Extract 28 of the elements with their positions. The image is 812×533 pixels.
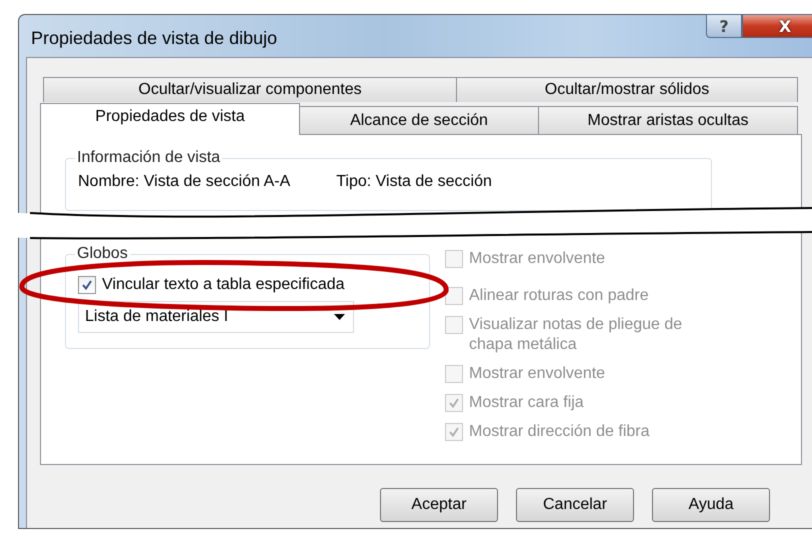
dialog-button[interactable]: Cancelar: [516, 488, 634, 522]
checkbox-label: Alinear roturas con padre: [469, 286, 649, 306]
check-icon: [448, 426, 460, 438]
tab[interactable]: Mostrar aristas ocultas: [538, 106, 798, 134]
view-name: Nombre: Vista de sección A-A: [78, 173, 290, 191]
group-title: Información de vista: [76, 149, 222, 167]
window-title: Propiedades de vista de dibujo: [31, 28, 278, 48]
dialog-button[interactable]: Ayuda: [652, 488, 770, 522]
checkbox-label: Mostrar cara fija: [469, 393, 584, 413]
checkbox[interactable]: [78, 276, 96, 294]
checkbox-label: Mostrar envolvente: [469, 364, 606, 384]
table-dropdown[interactable]: Lista de materiales I: [78, 301, 354, 333]
tab[interactable]: Ocultar/mostrar sólidos: [456, 77, 798, 102]
checkbox-label: Mostrar envolvente: [469, 249, 606, 269]
checkbox-label: Vincular texto a tabla especificada: [102, 275, 345, 295]
tab[interactable]: Ocultar/visualizar componentes: [43, 77, 457, 102]
caret-icon: [334, 314, 345, 320]
view-type: Tipo: Vista de sección: [336, 173, 492, 191]
tab[interactable]: Alcance de sección: [299, 106, 539, 134]
checkbox-label: Mostrar dirección de fibra: [469, 422, 650, 442]
check-icon: [81, 279, 93, 291]
close-button[interactable]: X: [742, 14, 812, 38]
dialog-button[interactable]: Aceptar: [380, 488, 498, 522]
group-title: Globos: [76, 245, 129, 263]
checkbox-label: Visualizar notas de pliegue de chapa metálica: [469, 315, 684, 355]
help-button[interactable]: ?: [706, 14, 742, 38]
check-icon: [448, 397, 460, 409]
tab[interactable]: Propiedades de vista: [40, 103, 300, 135]
